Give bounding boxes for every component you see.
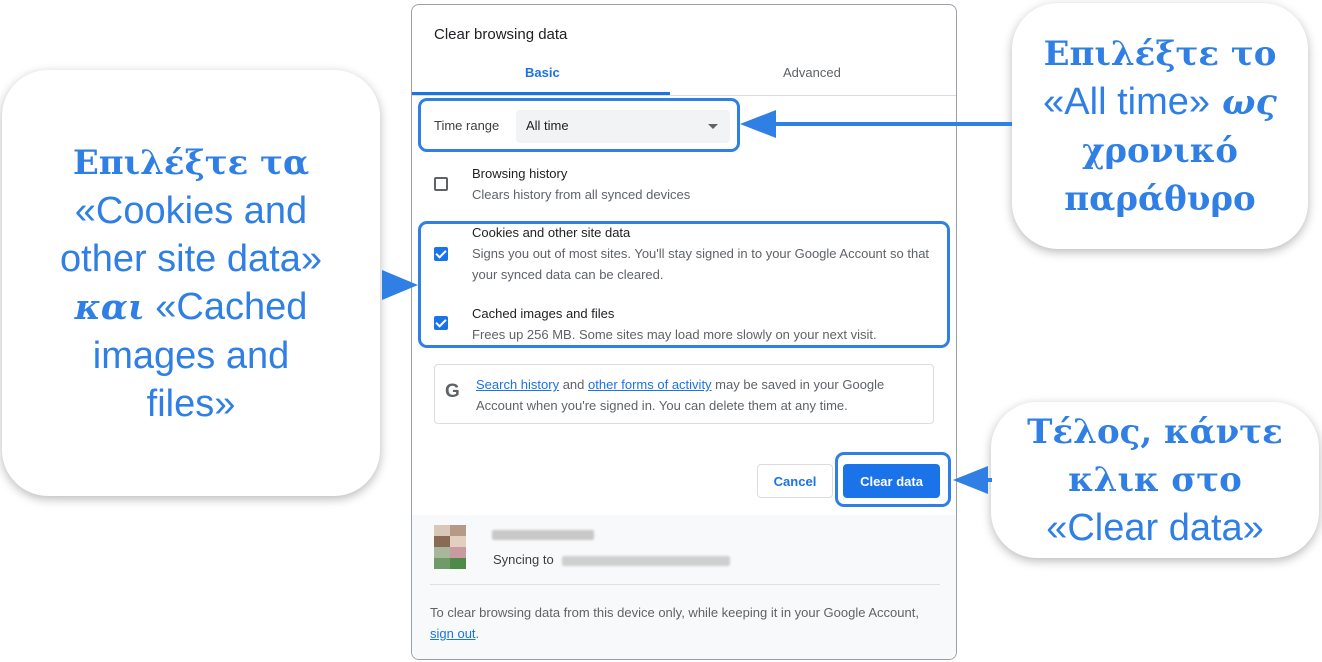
arrow-to-time-range xyxy=(740,110,1012,138)
arrow-to-clear-data xyxy=(953,466,992,494)
arrow-to-checkboxes xyxy=(382,270,418,300)
annotation-arrows xyxy=(382,110,1012,494)
